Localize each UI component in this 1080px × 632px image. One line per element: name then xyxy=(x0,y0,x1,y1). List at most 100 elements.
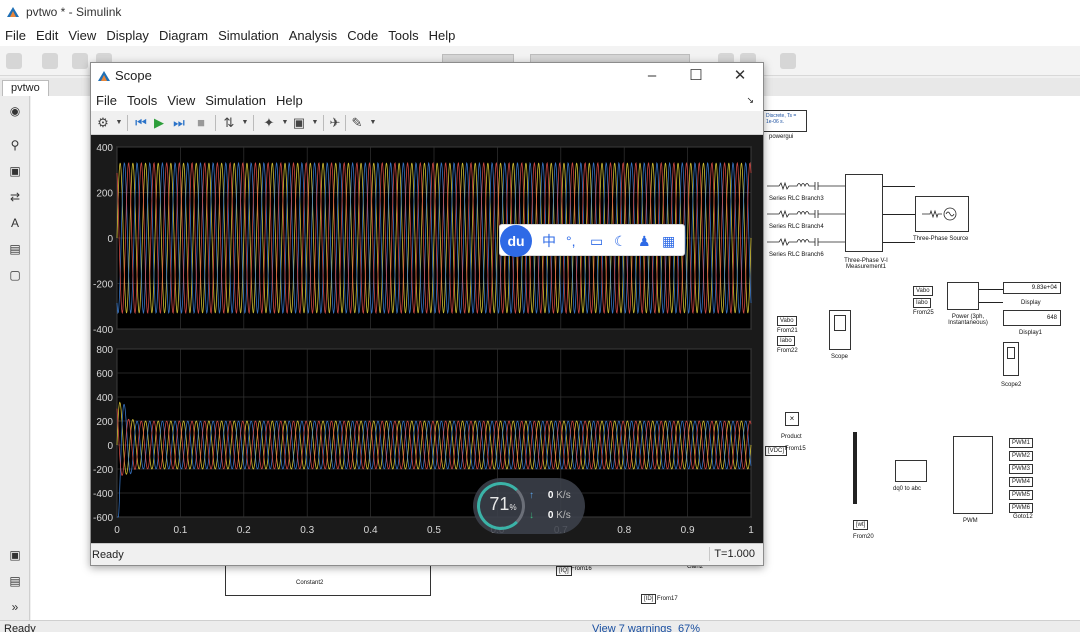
warnings-link[interactable]: View 7 warnings 67% xyxy=(592,621,700,632)
triggers-icon[interactable]: ✈ xyxy=(327,115,343,131)
dock-icon[interactable]: ↘ xyxy=(741,95,759,106)
hide-explorer-icon[interactable]: ◉ xyxy=(8,104,22,118)
y-tick-label: 200 xyxy=(96,417,113,428)
toolbar-separator xyxy=(323,115,324,131)
annotation-icon[interactable]: A xyxy=(8,216,22,230)
menu-file[interactable]: File xyxy=(0,28,31,43)
scope-menu-tools[interactable]: Tools xyxy=(122,93,162,108)
scope-plot-area[interactable]: -400 -200 0 200 400 -600 -400 -200 0 200 400 600 800… xyxy=(91,135,763,543)
step-back-icon[interactable]: ⏮ xyxy=(133,115,149,131)
toolbar-separator xyxy=(253,115,254,131)
menu-view[interactable]: View xyxy=(63,28,101,43)
simulink-title-bar: pvtwo * - Simulink xyxy=(0,0,1080,24)
x-tick-label: 0 xyxy=(114,525,120,536)
zoom-icon[interactable]: ⚲ xyxy=(8,138,22,152)
run-icon[interactable]: ▶ xyxy=(151,115,167,131)
display1-block[interactable]: 648 xyxy=(1003,310,1061,326)
arrow-icon[interactable]: ⇄ xyxy=(8,190,22,204)
goto-pwm6-tag[interactable]: PWM6 xyxy=(1009,503,1033,513)
minimize-button[interactable]: – xyxy=(637,66,667,86)
pwm-block[interactable] xyxy=(953,436,993,514)
close-button[interactable]: ✕ xyxy=(725,66,755,86)
settings-dropdown-icon[interactable]: ▼ xyxy=(111,115,127,131)
skin-moon-icon[interactable]: ☾ xyxy=(614,232,627,250)
area-icon[interactable]: ▢ xyxy=(8,268,22,282)
goto-pwm4-tag[interactable]: PWM4 xyxy=(1009,477,1033,487)
from-iabo-tag[interactable]: Iabo xyxy=(913,298,931,308)
menu-tools[interactable]: Tools xyxy=(383,28,423,43)
wire xyxy=(979,289,1003,290)
cursor-measurement-icon[interactable]: ✎ xyxy=(349,115,365,131)
dq0-to-abc-block[interactable] xyxy=(895,460,927,482)
save-icon[interactable] xyxy=(42,53,58,69)
expand-icon[interactable]: » xyxy=(8,600,22,614)
vi-measurement-block[interactable] xyxy=(845,174,883,252)
from15-tag[interactable]: [VDC] xyxy=(765,446,788,456)
display-label: Display xyxy=(1021,300,1041,306)
from16-tag[interactable]: [IQ] xyxy=(556,566,572,576)
library-browser-icon[interactable] xyxy=(6,53,22,69)
image-icon[interactable]: ▤ xyxy=(8,242,22,256)
constant-area-block[interactable] xyxy=(225,564,431,596)
punctuation-icon[interactable]: °, xyxy=(566,232,576,250)
scope-menu-view[interactable]: View xyxy=(162,93,200,108)
fit-to-view-icon[interactable]: ▣ xyxy=(8,164,22,178)
from22-iabo-tag[interactable]: Iabo xyxy=(777,336,795,346)
measurement-dropdown-icon[interactable]: ▼ xyxy=(365,115,381,131)
autoscale-dropdown-icon[interactable]: ▼ xyxy=(307,115,323,131)
back-icon[interactable] xyxy=(72,53,88,69)
highlight-dropdown-icon[interactable]: ▼ xyxy=(237,115,253,131)
goto-pwm2-tag[interactable]: PWM2 xyxy=(1009,451,1033,461)
grid-menu-icon[interactable]: ▦ xyxy=(662,232,675,250)
maximize-button[interactable]: ☐ xyxy=(681,66,711,86)
zoom-tool-icon[interactable]: ✦ xyxy=(261,115,277,131)
goto-pwm5-tag[interactable]: PWM5 xyxy=(1009,490,1033,500)
keyboard-icon[interactable]: ▭ xyxy=(590,232,603,250)
power-block[interactable] xyxy=(947,282,979,310)
scope-menu-file[interactable]: File xyxy=(91,93,122,108)
menu-diagram[interactable]: Diagram xyxy=(154,28,213,43)
stop-icon[interactable]: ■ xyxy=(193,115,209,131)
goto-pwm1-tag[interactable]: PWM1 xyxy=(1009,438,1033,448)
tab-model[interactable]: pvtwo xyxy=(2,80,49,96)
scope-title-bar[interactable]: Scope – ☐ ✕ xyxy=(91,63,763,89)
menu-edit[interactable]: Edit xyxy=(31,28,63,43)
display-block[interactable]: 9.83e+04 xyxy=(1003,282,1061,294)
menu-help[interactable]: Help xyxy=(424,28,461,43)
from20-tag[interactable]: [wt] xyxy=(853,520,869,530)
powergui-block[interactable]: Discrete, Ts = 1e-06 s. xyxy=(763,110,807,132)
from21-vabo-tag[interactable]: Vabo xyxy=(777,316,797,326)
menu-simulation[interactable]: Simulation xyxy=(213,28,284,43)
model-advisor-icon[interactable] xyxy=(780,53,796,69)
step-forward-icon[interactable]: ⏭ xyxy=(171,115,187,131)
menu-analysis[interactable]: Analysis xyxy=(284,28,342,43)
power-label: Power (3ph, Instantaneous) xyxy=(948,314,988,326)
menu-display[interactable]: Display xyxy=(101,28,154,43)
screenshot-icon[interactable]: ▣ xyxy=(8,548,22,562)
settings-gear-icon[interactable]: ⚙ xyxy=(95,115,111,131)
goto-pwm3-tag[interactable]: PWM3 xyxy=(1009,464,1033,474)
baidu-ime-logo[interactable]: du xyxy=(500,225,532,257)
download-value: 0 xyxy=(547,510,554,521)
scope-block[interactable] xyxy=(829,310,851,350)
menu-code[interactable]: Code xyxy=(342,28,383,43)
from-vabo-tag[interactable]: Vabo xyxy=(913,286,933,296)
scope2-block[interactable] xyxy=(1003,342,1019,376)
ime-mode-toggle[interactable]: 中 xyxy=(542,232,556,250)
report-icon[interactable]: ▤ xyxy=(8,574,22,588)
scope-toolbar: ⚙ ▼ ⏮ ▶ ⏭ ■ ⇅ ▼ ✦ ▼ ▣ ▼ ✈ ✎ ▼ xyxy=(91,111,763,135)
mux-block[interactable] xyxy=(853,432,857,504)
status-ready: Ready xyxy=(4,623,36,632)
autoscale-icon[interactable]: ▣ xyxy=(291,115,307,131)
product-block[interactable]: × xyxy=(785,412,799,426)
scope-menu-simulation[interactable]: Simulation xyxy=(200,93,271,108)
display1-label: Display1 xyxy=(1019,330,1043,336)
highlight-simulink-icon[interactable]: ⇅ xyxy=(221,115,237,131)
three-phase-source-block[interactable] xyxy=(915,196,969,232)
warnings-text[interactable]: View 7 warnings xyxy=(592,623,672,632)
scope-menu-help[interactable]: Help xyxy=(271,93,308,108)
from17-tag[interactable]: [ID] xyxy=(641,594,657,604)
network-speed-widget[interactable]: 71% ↑ 0 K/s ↓ 0 K/s xyxy=(473,478,585,534)
user-icon[interactable]: ♟ xyxy=(638,232,651,250)
download-arrow-icon: ↓ xyxy=(529,510,534,521)
